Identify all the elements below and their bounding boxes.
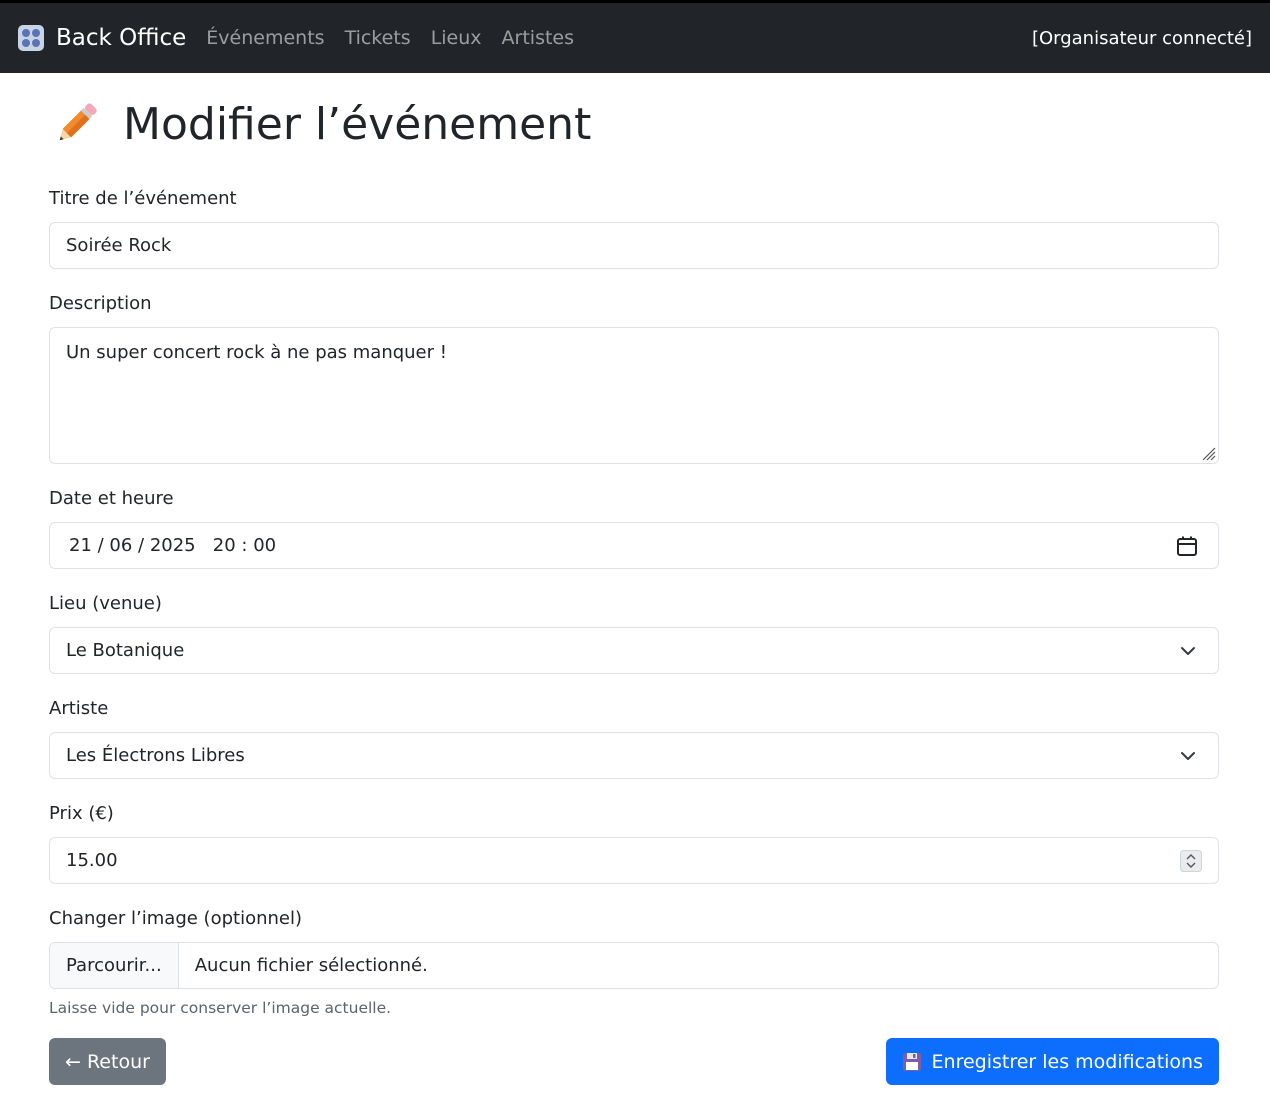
artist-selected: Les Électrons Libres [66, 745, 245, 766]
chevron-down-icon [1181, 646, 1195, 655]
main-content: Modifier l’événement Titre de l’événemen… [49, 73, 1219, 1085]
price-input[interactable]: 15.00 [49, 837, 1219, 884]
nav-link-tickets[interactable]: Tickets [345, 27, 411, 49]
artist-label: Artiste [49, 698, 109, 719]
description-textarea[interactable]: Un super concert rock à ne pas manquer ! [49, 327, 1219, 464]
save-button-label: Enregistrer les modifications [931, 1050, 1203, 1073]
venue-field-group: Lieu (venue) Le Botanique [49, 593, 1219, 674]
price-value: 15.00 [66, 850, 118, 871]
control-panel-icon [18, 25, 44, 51]
chevron-down-icon [1181, 751, 1195, 760]
title-label: Titre de l’événement [49, 188, 237, 209]
datetime-value: 21 / 06 / 2025 20 : 00 [69, 535, 277, 556]
brand-link[interactable]: Back Office [18, 25, 186, 51]
artist-select[interactable]: Les Électrons Libres [49, 732, 1219, 779]
form-actions: ← Retour Enregistrer les modifications [49, 1038, 1219, 1085]
page-header: Modifier l’événement [49, 97, 1219, 151]
brand-label: Back Office [56, 25, 187, 51]
title-input[interactable]: Soirée Rock [49, 222, 1219, 269]
back-button-label: ← Retour [65, 1050, 150, 1073]
date-label: Date et heure [49, 488, 174, 509]
page-title: Modifier l’événement [123, 98, 592, 150]
image-help-text: Laisse vide pour conserver l’image actue… [49, 999, 392, 1017]
price-label: Prix (€) [49, 803, 114, 824]
floppy-disk-icon [902, 1052, 921, 1071]
resize-handle-icon[interactable] [1200, 445, 1216, 461]
venue-select[interactable]: Le Botanique [49, 627, 1219, 674]
venue-selected: Le Botanique [66, 640, 185, 661]
title-field-group: Titre de l’événement Soirée Rock [49, 188, 1219, 269]
description-field-group: Description Un super concert rock à ne p… [49, 293, 1219, 464]
venue-label: Lieu (venue) [49, 593, 162, 614]
user-status: [Organisateur connecté] [1031, 27, 1252, 49]
description-label: Description [49, 293, 152, 314]
browse-button[interactable]: Parcourir... [50, 943, 179, 988]
number-spinner-icon[interactable] [1180, 849, 1202, 872]
nav-link-evenements[interactable]: Événements [206, 27, 324, 49]
datetime-input[interactable]: 21 / 06 / 2025 20 : 00 [49, 522, 1219, 569]
date-field-group: Date et heure 21 / 06 / 2025 20 : 00 [49, 488, 1219, 569]
nav-links: Événements Tickets Lieux Artistes [206, 27, 594, 49]
nav-link-lieux[interactable]: Lieux [431, 27, 482, 49]
image-field-group: Changer l’image (optionnel) Parcourir...… [49, 908, 1219, 1017]
title-input-value: Soirée Rock [66, 235, 172, 256]
image-label: Changer l’image (optionnel) [49, 908, 302, 929]
navbar: Back Office Événements Tickets Lieux Art… [0, 0, 1270, 73]
file-input[interactable]: Parcourir... Aucun fichier sélectionné. [49, 942, 1219, 989]
save-button[interactable]: Enregistrer les modifications [885, 1038, 1219, 1085]
price-field-group: Prix (€) 15.00 [49, 803, 1219, 884]
nav-link-artistes[interactable]: Artistes [502, 27, 574, 49]
back-button[interactable]: ← Retour [49, 1038, 166, 1085]
pencil-icon [59, 103, 97, 141]
calendar-icon[interactable] [1176, 535, 1198, 557]
description-value: Un super concert rock à ne pas manquer ! [66, 342, 447, 363]
file-status: Aucun fichier sélectionné. [194, 955, 428, 976]
artist-field-group: Artiste Les Électrons Libres [49, 698, 1219, 779]
